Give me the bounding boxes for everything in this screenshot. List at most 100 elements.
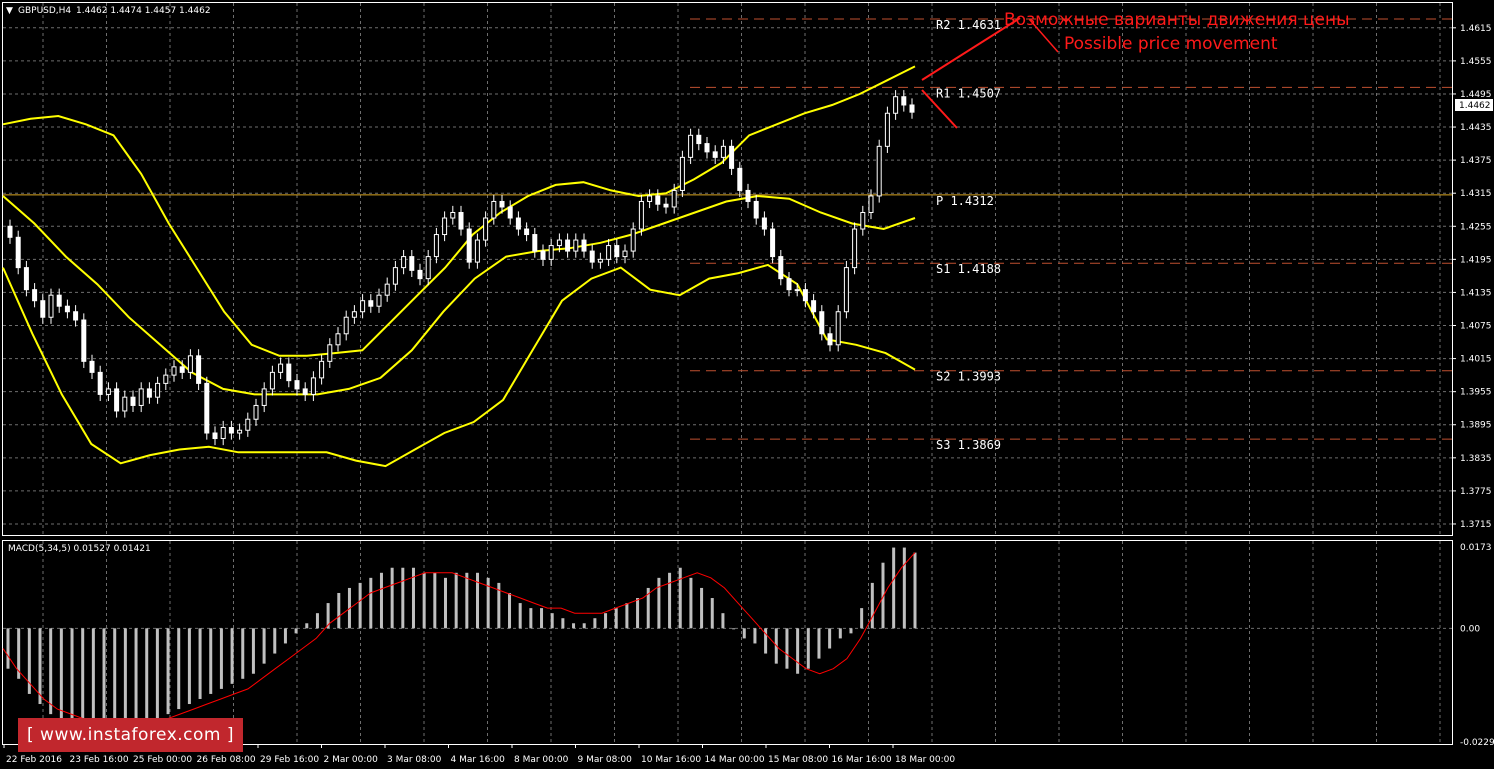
candle-body (491, 200, 497, 219)
candle-body (163, 374, 169, 384)
candle-body (40, 300, 46, 318)
candle-body (819, 311, 825, 335)
macd-bar (422, 572, 426, 629)
candle-body (105, 388, 111, 395)
macd-bar (604, 613, 608, 629)
macd-histogram (2, 547, 917, 735)
candle-body (23, 267, 29, 291)
macd-bar (123, 628, 127, 730)
macd-bar (177, 628, 181, 710)
candle-body (827, 333, 833, 346)
candle-body (335, 333, 341, 346)
candle-body (843, 267, 849, 313)
candle-body (228, 426, 234, 434)
macd-bar (358, 582, 362, 629)
macd-bar (892, 547, 896, 629)
macd-bar (636, 598, 640, 629)
y-tick-label: 1.4195 (1460, 255, 1492, 265)
x-tick-label: 18 Mar 00:00 (895, 755, 955, 765)
macd-bar (337, 592, 341, 629)
candle-body (663, 203, 669, 208)
candle-body (261, 388, 267, 406)
candle-body (433, 234, 439, 258)
macd-bar (817, 628, 821, 659)
macd-bar (732, 628, 736, 630)
macd-bar (742, 628, 746, 639)
candle-body (245, 418, 251, 431)
candle-body (343, 316, 349, 335)
candle-body (893, 96, 899, 114)
macd-bar (476, 572, 480, 629)
macd-bar (390, 567, 394, 629)
candle-body (48, 294, 54, 318)
macd-bar (401, 567, 405, 629)
candle-body (835, 311, 841, 346)
macd-bar (230, 628, 234, 684)
macd-bar (550, 613, 554, 629)
x-tick-label: 10 Mar 16:00 (641, 755, 701, 765)
candle-body (802, 289, 808, 302)
macd-bar (838, 628, 842, 639)
macd-bar (721, 613, 725, 629)
candle-body (483, 217, 489, 241)
candle-body (753, 200, 759, 219)
macd-bar (251, 628, 255, 674)
candle-body (7, 225, 13, 238)
macd-bar (582, 623, 586, 629)
candle-body (499, 200, 505, 208)
candle-body (56, 294, 62, 307)
candle-body (310, 377, 316, 395)
macd-signal-line (2, 552, 916, 730)
candle-body (556, 239, 562, 247)
macd-bar (614, 608, 618, 629)
macd-bar (198, 628, 202, 699)
main-chart-frame (2, 2, 1453, 536)
candle-body (606, 245, 612, 260)
x-tick-label: 2 Mar 00:00 (324, 755, 379, 765)
price-axis: 1.4615 1.4555 1.4495 1.4435 1.4375 1.4315 1.42… (1452, 24, 1494, 748)
macd-bar (59, 628, 63, 720)
candle-body (212, 432, 218, 440)
candle-body (401, 256, 407, 269)
y-tick-label: 1.4135 (1460, 288, 1492, 298)
macd-bar (70, 628, 74, 725)
macd-tick-label: 0.0173 (1460, 543, 1492, 553)
candle-body (704, 143, 710, 153)
macd-bar (753, 628, 757, 644)
candle-body (376, 294, 382, 307)
candle-body (581, 239, 587, 252)
candle-body (81, 319, 87, 362)
macd-bar (262, 628, 266, 664)
indicator-lines (2, 65, 916, 468)
y-tick-label: 1.3835 (1460, 454, 1492, 464)
candle-body (630, 228, 636, 252)
candle-body (811, 300, 817, 313)
x-tick-label: 25 Feb 00:00 (133, 755, 192, 765)
candle-body (548, 245, 554, 260)
candle-body (138, 388, 144, 406)
candle-body (294, 380, 300, 390)
candle-body (89, 360, 95, 373)
candle-body (876, 145, 882, 197)
watermark-text: [ www.instaforex.com ] (27, 725, 234, 745)
macd-bar (283, 628, 287, 644)
macd-bar (454, 572, 458, 629)
macd-bar (379, 572, 383, 629)
candle-body (302, 388, 308, 395)
x-tick-label: 15 Mar 08:00 (768, 755, 828, 765)
candle-body (384, 283, 390, 296)
y-tick-label: 1.3715 (1460, 520, 1492, 530)
macd-bar (315, 613, 319, 629)
candle-body (720, 145, 726, 158)
x-tick-label: 26 Feb 08:00 (197, 755, 256, 765)
macd-bar (508, 592, 512, 629)
macd-bar (369, 577, 373, 629)
macd-bar (913, 552, 917, 629)
y-tick-label: 1.4015 (1460, 355, 1492, 365)
macd-bar (145, 628, 149, 725)
x-tick-label: 9 Mar 08:00 (578, 755, 633, 765)
candle-body (196, 355, 202, 384)
macd-label: MACD(5,34,5) 0.01527 0.01421 (8, 544, 151, 554)
macd-bar (860, 608, 864, 629)
candle-body (360, 300, 366, 313)
